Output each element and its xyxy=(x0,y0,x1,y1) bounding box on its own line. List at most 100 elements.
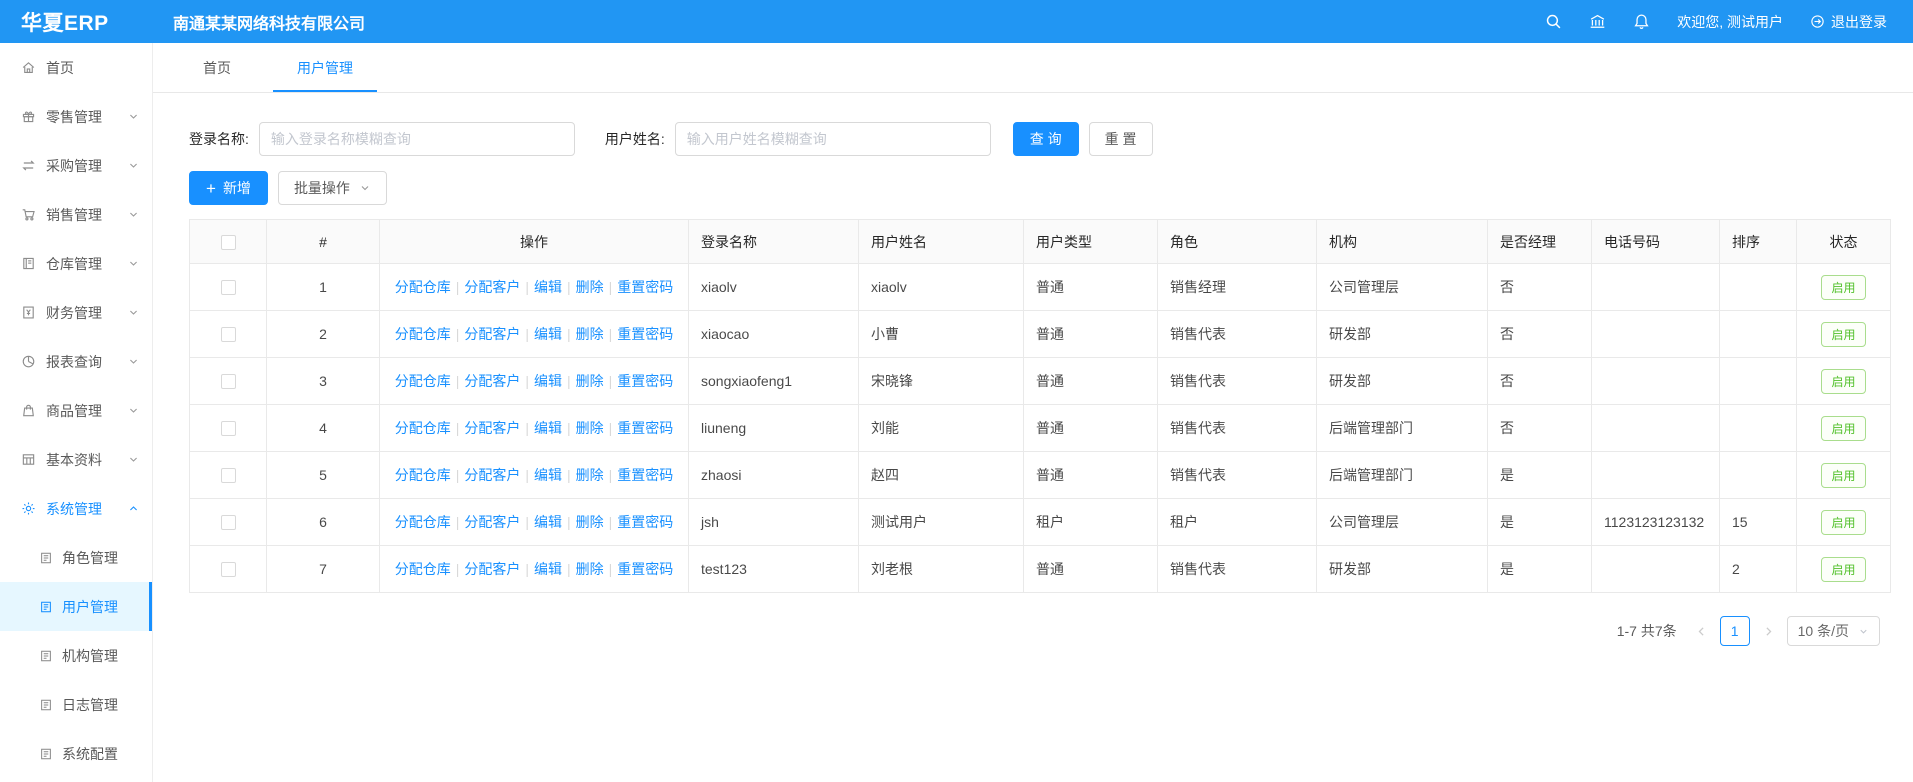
sidebar-item-basic[interactable]: 基本资料 xyxy=(0,435,152,484)
report-icon xyxy=(21,354,36,369)
cell-phone xyxy=(1592,452,1720,499)
op-edit-link[interactable]: 编辑 xyxy=(534,514,562,530)
sidebar-item-sale[interactable]: 销售管理 xyxy=(0,190,152,239)
op-delete-link[interactable]: 删除 xyxy=(576,279,604,295)
sidebar-item-product[interactable]: 商品管理 xyxy=(0,386,152,435)
cell-index: 2 xyxy=(267,311,380,358)
chevron-left-icon[interactable] xyxy=(1693,625,1710,638)
op-separator: | xyxy=(567,514,571,530)
row-checkbox[interactable] xyxy=(221,374,236,389)
bank-icon[interactable] xyxy=(1589,13,1606,30)
op-edit-link[interactable]: 编辑 xyxy=(534,373,562,389)
status-badge[interactable]: 启用 xyxy=(1821,322,1865,347)
op-assign-customer-link[interactable]: 分配客户 xyxy=(464,420,520,436)
sidebar-subitem-user[interactable]: 用户管理 xyxy=(0,582,152,631)
op-assign-warehouse-link[interactable]: 分配仓库 xyxy=(395,514,451,530)
op-reset-password-link[interactable]: 重置密码 xyxy=(617,326,673,342)
row-checkbox[interactable] xyxy=(221,515,236,530)
login-name-field: 登录名称: xyxy=(189,122,575,156)
status-badge[interactable]: 启用 xyxy=(1821,463,1865,488)
op-reset-password-link[interactable]: 重置密码 xyxy=(617,561,673,577)
op-edit-link[interactable]: 编辑 xyxy=(534,420,562,436)
op-reset-password-link[interactable]: 重置密码 xyxy=(617,514,673,530)
sidebar-item-purchase[interactable]: 采购管理 xyxy=(0,141,152,190)
page-size-select[interactable]: 10 条/页 xyxy=(1787,616,1880,646)
op-assign-customer-link[interactable]: 分配客户 xyxy=(464,373,520,389)
sidebar-item-report[interactable]: 报表查询 xyxy=(0,337,152,386)
cell-manager: 否 xyxy=(1488,358,1592,405)
page-number-button[interactable]: 1 xyxy=(1720,616,1750,646)
pagination: 1-7 共7条 1 10 条/页 xyxy=(189,616,1880,646)
status-badge[interactable]: 启用 xyxy=(1821,510,1865,535)
op-assign-customer-link[interactable]: 分配客户 xyxy=(464,326,520,342)
op-assign-warehouse-link[interactable]: 分配仓库 xyxy=(395,561,451,577)
op-assign-warehouse-link[interactable]: 分配仓库 xyxy=(395,326,451,342)
op-reset-password-link[interactable]: 重置密码 xyxy=(617,279,673,295)
cell-manager: 是 xyxy=(1488,546,1592,593)
tab-user-management[interactable]: 用户管理 xyxy=(287,43,363,92)
row-checkbox[interactable] xyxy=(221,468,236,483)
op-assign-customer-link[interactable]: 分配客户 xyxy=(464,279,520,295)
op-assign-warehouse-link[interactable]: 分配仓库 xyxy=(395,279,451,295)
add-button[interactable]: + 新增 xyxy=(189,171,268,205)
op-assign-customer-link[interactable]: 分配客户 xyxy=(464,514,520,530)
bell-icon[interactable] xyxy=(1633,13,1650,30)
cell-phone xyxy=(1592,358,1720,405)
op-assign-customer-link[interactable]: 分配客户 xyxy=(464,467,520,483)
login-name-input[interactable] xyxy=(259,122,575,156)
row-checkbox[interactable] xyxy=(221,280,236,295)
sidebar-item-home[interactable]: 首页 xyxy=(0,43,152,92)
op-separator: | xyxy=(567,467,571,483)
status-badge[interactable]: 启用 xyxy=(1821,416,1865,441)
op-delete-link[interactable]: 删除 xyxy=(576,514,604,530)
sidebar-item-finance[interactable]: 财务管理 xyxy=(0,288,152,337)
op-delete-link[interactable]: 删除 xyxy=(576,467,604,483)
search-icon[interactable] xyxy=(1545,13,1562,30)
op-assign-warehouse-link[interactable]: 分配仓库 xyxy=(395,420,451,436)
op-assign-customer-link[interactable]: 分配客户 xyxy=(464,561,520,577)
sidebar-item-retail[interactable]: 零售管理 xyxy=(0,92,152,141)
op-reset-password-link[interactable]: 重置密码 xyxy=(617,420,673,436)
op-delete-link[interactable]: 删除 xyxy=(576,326,604,342)
sidebar-subitem-log[interactable]: 日志管理 xyxy=(0,680,152,729)
reset-button[interactable]: 重 置 xyxy=(1089,122,1153,156)
user-name-input[interactable] xyxy=(675,122,991,156)
status-badge[interactable]: 启用 xyxy=(1821,557,1865,582)
row-checkbox[interactable] xyxy=(221,327,236,342)
logout-button[interactable]: 退出登录 xyxy=(1810,12,1887,32)
status-badge[interactable]: 启用 xyxy=(1821,275,1865,300)
op-assign-warehouse-link[interactable]: 分配仓库 xyxy=(395,373,451,389)
app-logo: 华夏ERP xyxy=(0,7,153,37)
sidebar-subitem-config[interactable]: 系统配置 xyxy=(0,729,152,778)
op-reset-password-link[interactable]: 重置密码 xyxy=(617,373,673,389)
op-assign-warehouse-link[interactable]: 分配仓库 xyxy=(395,467,451,483)
op-edit-link[interactable]: 编辑 xyxy=(534,467,562,483)
user-table-body: 1分配仓库|分配客户|编辑|删除|重置密码xiaolvxiaolv普通销售经理公… xyxy=(190,264,1891,593)
op-edit-link[interactable]: 编辑 xyxy=(534,561,562,577)
op-reset-password-link[interactable]: 重置密码 xyxy=(617,467,673,483)
op-edit-link[interactable]: 编辑 xyxy=(534,326,562,342)
sidebar-item-label: 商品管理 xyxy=(46,401,102,421)
op-delete-link[interactable]: 删除 xyxy=(576,420,604,436)
cell-sort xyxy=(1720,405,1797,452)
cell-org: 研发部 xyxy=(1317,546,1488,593)
status-badge[interactable]: 启用 xyxy=(1821,369,1865,394)
batch-actions-button[interactable]: 批量操作 xyxy=(278,171,387,205)
tab-home[interactable]: 首页 xyxy=(193,43,241,92)
query-button[interactable]: 查 询 xyxy=(1013,122,1079,156)
row-checkbox[interactable] xyxy=(221,562,236,577)
select-all-checkbox[interactable] xyxy=(221,235,236,250)
main-area: 首页用户管理 登录名称: 用户姓名: 查 询 重 置 + 新增 批量操作 xyxy=(153,0,1913,646)
sidebar-subitem-role[interactable]: 角色管理 xyxy=(0,533,152,582)
sidebar-item-system[interactable]: 系统管理 xyxy=(0,484,152,533)
op-edit-link[interactable]: 编辑 xyxy=(534,279,562,295)
op-separator: | xyxy=(567,279,571,295)
sidebar-subitem-org[interactable]: 机构管理 xyxy=(0,631,152,680)
op-delete-link[interactable]: 删除 xyxy=(576,373,604,389)
row-checkbox[interactable] xyxy=(221,421,236,436)
op-separator: | xyxy=(609,467,613,483)
sidebar-item-warehouse[interactable]: 仓库管理 xyxy=(0,239,152,288)
chevron-right-icon[interactable] xyxy=(1760,625,1777,638)
op-delete-link[interactable]: 删除 xyxy=(576,561,604,577)
cell-name: xiaolv xyxy=(859,264,1024,311)
